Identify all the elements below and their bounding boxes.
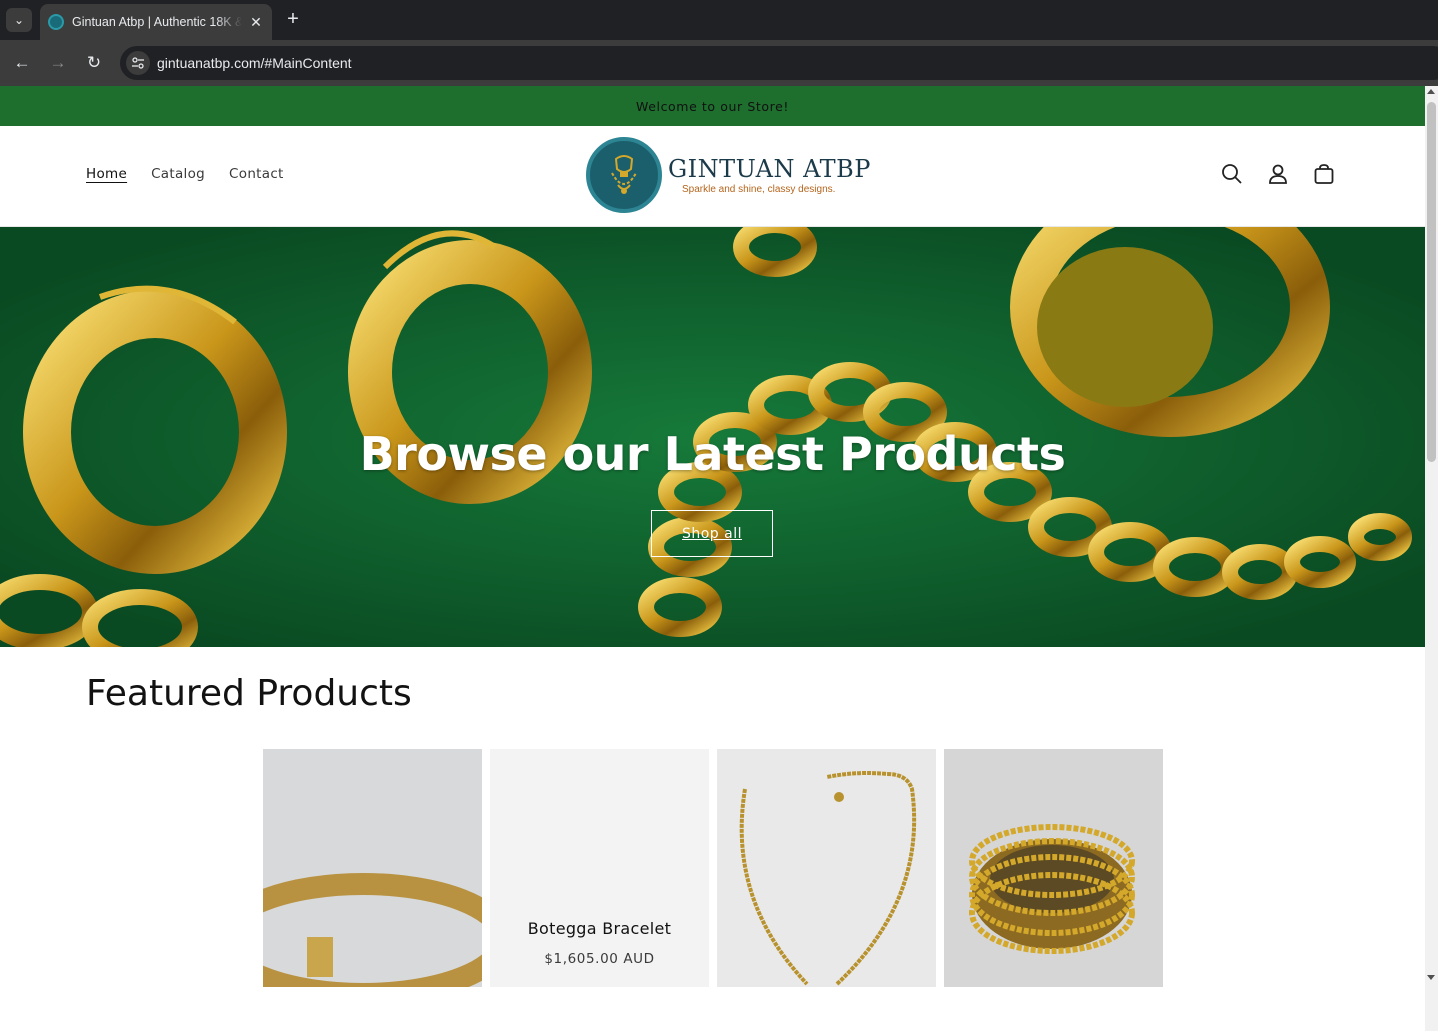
- page-scrollbar[interactable]: [1425, 86, 1438, 1031]
- back-arrow-icon[interactable]: ←: [11, 52, 33, 74]
- nav-catalog[interactable]: Catalog: [151, 166, 205, 182]
- tab-search-chevron-icon[interactable]: ⌄: [6, 8, 32, 32]
- scroll-up-arrow-icon[interactable]: [1427, 89, 1435, 94]
- announcement-text: Welcome to our Store!: [635, 98, 789, 114]
- nav-home[interactable]: Home: [86, 166, 127, 182]
- shop-all-button[interactable]: Shop all: [651, 510, 773, 557]
- product-price: $1,605.00 AUD: [544, 951, 655, 967]
- logo-name: GINTUAN ATBP: [668, 155, 871, 183]
- browser-tab[interactable]: Gintuan Atbp | Authentic 18K & More ✕: [40, 4, 272, 40]
- hero-title: Browse our Latest Products: [359, 427, 1066, 481]
- product-card[interactable]: [944, 749, 1163, 987]
- browser-toolbar: ← → ↻ gintuanatbp.com/#MainContent: [0, 40, 1438, 86]
- logo-tagline: Sparkle and shine, classy designs.: [682, 184, 836, 195]
- page-viewport: Welcome to our Store! Home Catalog Conta…: [0, 86, 1425, 1031]
- url-text[interactable]: gintuanatbp.com/#MainContent: [157, 55, 352, 71]
- favicon-icon: [48, 14, 64, 30]
- beaded-ring-product-image: [944, 749, 1163, 987]
- reload-icon[interactable]: ↻: [83, 52, 105, 74]
- close-tab-icon[interactable]: ✕: [248, 14, 264, 31]
- forward-arrow-icon[interactable]: →: [47, 52, 69, 74]
- product-name[interactable]: Botegga Bracelet: [490, 919, 709, 938]
- cart-icon[interactable]: [1312, 162, 1336, 186]
- site-info-icon[interactable]: [126, 51, 150, 75]
- account-icon[interactable]: [1266, 162, 1290, 186]
- site-logo[interactable]: GINTUAN ATBP Sparkle and shine, classy d…: [586, 137, 871, 213]
- site-header: Home Catalog Contact GINTUAN ATBP Sparkl…: [0, 126, 1425, 227]
- scroll-down-arrow-icon[interactable]: [1427, 975, 1435, 980]
- product-card[interactable]: [263, 749, 482, 987]
- new-tab-icon[interactable]: +: [282, 8, 304, 32]
- tab-title: Gintuan Atbp | Authentic 18K & More: [72, 15, 242, 29]
- nav-contact[interactable]: Contact: [229, 166, 284, 182]
- browser-tab-strip: ⌄ Gintuan Atbp | Authentic 18K & More ✕ …: [0, 0, 1438, 40]
- product-grid: Botegga Bracelet $1,605.00 AUD: [263, 749, 1163, 987]
- bangle-product-image: [263, 749, 482, 987]
- scroll-thumb[interactable]: [1427, 102, 1436, 462]
- featured-products-heading: Featured Products: [86, 673, 412, 714]
- announcement-bar: Welcome to our Store!: [0, 86, 1425, 126]
- address-bar[interactable]: gintuanatbp.com/#MainContent: [120, 46, 1438, 80]
- product-card[interactable]: [717, 749, 936, 987]
- search-icon[interactable]: [1220, 162, 1244, 186]
- header-icons: [1220, 162, 1336, 186]
- hero-banner: Browse our Latest Products Shop all: [0, 227, 1425, 647]
- beaded-necklace-product-image: [717, 749, 936, 987]
- necklace-logo-icon: [586, 137, 662, 213]
- main-nav: Home Catalog Contact: [86, 166, 284, 182]
- product-card[interactable]: Botegga Bracelet $1,605.00 AUD: [490, 749, 709, 987]
